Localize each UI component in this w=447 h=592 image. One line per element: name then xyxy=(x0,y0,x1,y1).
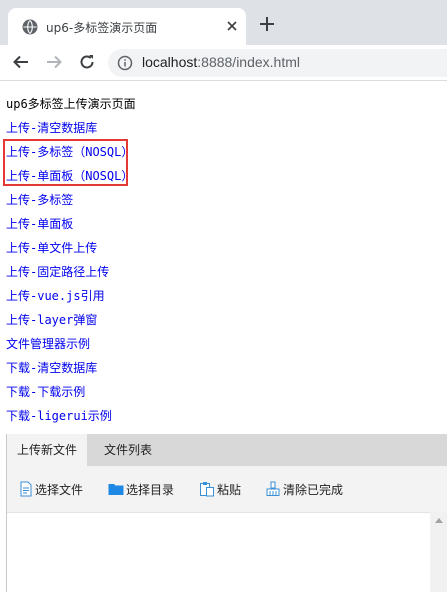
url-host: localhost xyxy=(142,54,198,70)
address-bar[interactable]: localhost:8888/index.html xyxy=(108,49,447,77)
url-path: :8888/index.html xyxy=(197,54,300,70)
folder-icon xyxy=(108,484,124,495)
clear-completed-button[interactable]: 清除已完成 xyxy=(265,481,343,497)
reload-icon[interactable] xyxy=(78,53,96,71)
scroll-up-arrow-icon[interactable] xyxy=(435,518,443,523)
browser-toolbar: localhost:8888/index.html xyxy=(0,45,447,81)
upload-file-list xyxy=(7,512,447,592)
paste-label: 粘贴 xyxy=(217,482,242,497)
upload-panel: 上传新文件 文件列表 选择文件 选择目录 粘贴 清除已完成 xyxy=(6,434,447,592)
browser-tab[interactable]: up6-多标签演示页面 xyxy=(8,8,246,45)
link-download-clear-db[interactable]: 下载-清空数据库 xyxy=(6,359,97,376)
clear-completed-label: 清除已完成 xyxy=(283,482,344,497)
upload-toolbar: 选择文件 选择目录 粘贴 清除已完成 xyxy=(7,466,447,512)
link-download-demo[interactable]: 下载-下载示例 xyxy=(6,383,85,400)
page-heading: up6多标签上传演示页面 xyxy=(6,97,136,111)
link-upload-layer[interactable]: 上传-layer弹窗 xyxy=(6,311,97,328)
paste-icon xyxy=(200,482,214,497)
link-upload-multitab[interactable]: 上传-多标签 xyxy=(6,191,73,208)
scrollbar[interactable] xyxy=(430,512,447,592)
link-upload-clear-db[interactable]: 上传-清空数据库 xyxy=(6,119,97,136)
highlight-box xyxy=(3,139,128,186)
close-icon[interactable] xyxy=(226,20,238,32)
link-upload-fixed-path[interactable]: 上传-固定路径上传 xyxy=(6,263,109,280)
select-folder-label: 选择目录 xyxy=(126,482,175,497)
new-tab-icon[interactable] xyxy=(259,16,275,32)
tab-title: up6-多标签演示页面 xyxy=(46,21,158,35)
select-file-button[interactable]: 选择文件 xyxy=(19,481,83,497)
link-file-manager[interactable]: 文件管理器示例 xyxy=(6,335,90,352)
select-file-label: 选择文件 xyxy=(35,482,84,497)
upload-tabs: 上传新文件 文件列表 xyxy=(7,434,447,466)
forward-arrow-icon[interactable] xyxy=(45,53,63,71)
select-folder-button[interactable]: 选择目录 xyxy=(108,481,174,497)
link-upload-single-file[interactable]: 上传-单文件上传 xyxy=(6,239,97,256)
link-download-ligerui[interactable]: 下载-ligerui示例 xyxy=(6,407,112,424)
globe-icon xyxy=(22,19,38,35)
tab-file-list[interactable]: 文件列表 xyxy=(87,434,169,466)
tab-strip: up6-多标签演示页面 xyxy=(0,0,447,45)
clear-icon xyxy=(266,481,280,496)
url-text: localhost:8888/index.html xyxy=(142,54,300,70)
paste-button[interactable]: 粘贴 xyxy=(199,481,241,497)
file-icon xyxy=(20,481,32,497)
info-icon[interactable] xyxy=(117,55,133,71)
tab-upload-new[interactable]: 上传新文件 xyxy=(7,434,87,466)
back-arrow-icon[interactable] xyxy=(12,53,30,71)
link-upload-vuejs[interactable]: 上传-vue.js引用 xyxy=(6,287,105,304)
link-upload-panel[interactable]: 上传-单面板 xyxy=(6,215,73,232)
